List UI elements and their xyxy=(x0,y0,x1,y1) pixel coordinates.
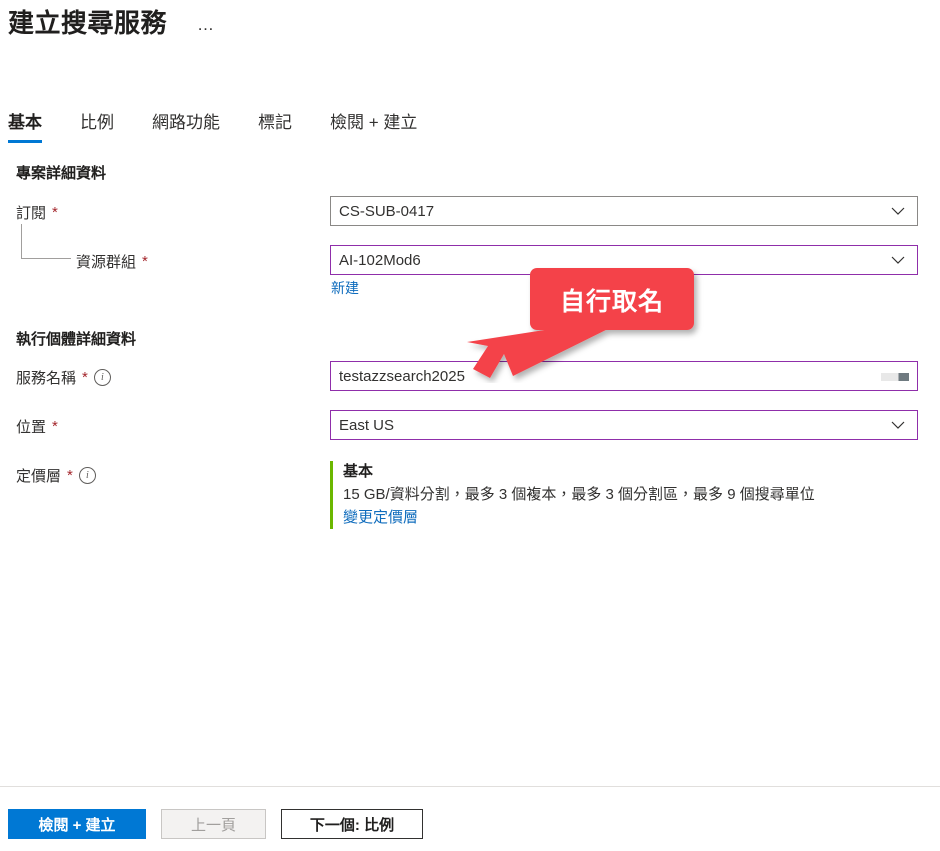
chevron-down-icon xyxy=(891,253,905,267)
chevron-down-icon xyxy=(891,418,905,432)
overflow-menu-button[interactable]: … xyxy=(191,14,222,36)
change-pricing-tier-link[interactable]: 變更定價層 xyxy=(343,506,418,529)
label-subscription-text: 訂閱 xyxy=(16,205,47,222)
resource-group-dropdown[interactable]: AI-102Mod6 xyxy=(330,245,918,275)
tab-basics[interactable]: 基本 xyxy=(8,104,58,143)
label-location: 位置 * xyxy=(16,416,58,437)
footer-divider xyxy=(0,786,940,787)
label-resource-group-text: 資源群組 xyxy=(76,254,137,271)
label-pricing-tier-text: 定價層 xyxy=(16,468,62,485)
location-dropdown[interactable]: East US xyxy=(330,410,918,440)
section-heading-project-details: 專案詳細資料 xyxy=(16,165,107,182)
required-marker: * xyxy=(82,369,88,386)
tab-scale[interactable]: 比例 xyxy=(80,104,130,143)
resource-group-tree-connector xyxy=(21,224,71,259)
label-pricing-tier: 定價層 * i xyxy=(16,465,96,486)
page-title: 建立搜尋服務 xyxy=(8,8,168,38)
pricing-tier-description: 15 GB/資料分割，最多 3 個複本，最多 3 個分割區，最多 9 個搜尋單位 xyxy=(343,486,815,503)
info-icon[interactable]: i xyxy=(78,467,96,484)
subscription-dropdown[interactable]: CS-SUB-0417 xyxy=(330,196,918,226)
required-marker: * xyxy=(52,418,58,435)
footer-actions: 檢閱 + 建立 上一頁 下一個: 比例 xyxy=(8,809,423,839)
service-name-input[interactable]: testazzsearch2025 xyxy=(330,361,918,391)
label-location-text: 位置 xyxy=(16,419,47,436)
required-marker: * xyxy=(142,253,148,270)
location-value: East US xyxy=(339,416,395,434)
required-marker: * xyxy=(67,467,73,484)
label-resource-group: 資源群組 * xyxy=(76,251,148,272)
previous-button: 上一頁 xyxy=(161,809,266,839)
annotation-label: 自行取名 xyxy=(559,288,664,316)
chevron-down-icon xyxy=(891,204,905,218)
service-name-suffix-indicator xyxy=(881,373,909,381)
label-subscription: 訂閱 * xyxy=(16,202,58,223)
label-service-name-text: 服務名稱 xyxy=(16,370,77,387)
resource-group-value: AI-102Mod6 xyxy=(339,251,421,269)
required-marker: * xyxy=(52,204,58,221)
tab-review-create[interactable]: 檢閱 + 建立 xyxy=(330,104,433,143)
label-service-name: 服務名稱 * i xyxy=(16,367,111,388)
section-heading-instance-details: 執行個體詳細資料 xyxy=(16,331,137,348)
next-button[interactable]: 下一個: 比例 xyxy=(281,809,423,839)
pricing-tier-name: 基本 xyxy=(343,463,374,480)
service-name-value: testazzsearch2025 xyxy=(339,367,465,385)
subscription-value: CS-SUB-0417 xyxy=(339,202,435,220)
pricing-tier-panel: 基本 15 GB/資料分割，最多 3 個複本，最多 3 個分割區，最多 9 個搜… xyxy=(330,461,815,529)
tab-tags[interactable]: 標記 xyxy=(258,104,308,143)
page-header: 建立搜尋服務 … xyxy=(8,6,222,40)
info-icon[interactable]: i xyxy=(93,369,111,386)
tab-networking[interactable]: 網路功能 xyxy=(152,104,236,143)
tab-bar: 基本 比例 網路功能 標記 檢閱 + 建立 xyxy=(8,104,433,143)
create-new-resource-group-link[interactable]: 新建 xyxy=(331,278,359,298)
review-create-button[interactable]: 檢閱 + 建立 xyxy=(8,809,146,839)
